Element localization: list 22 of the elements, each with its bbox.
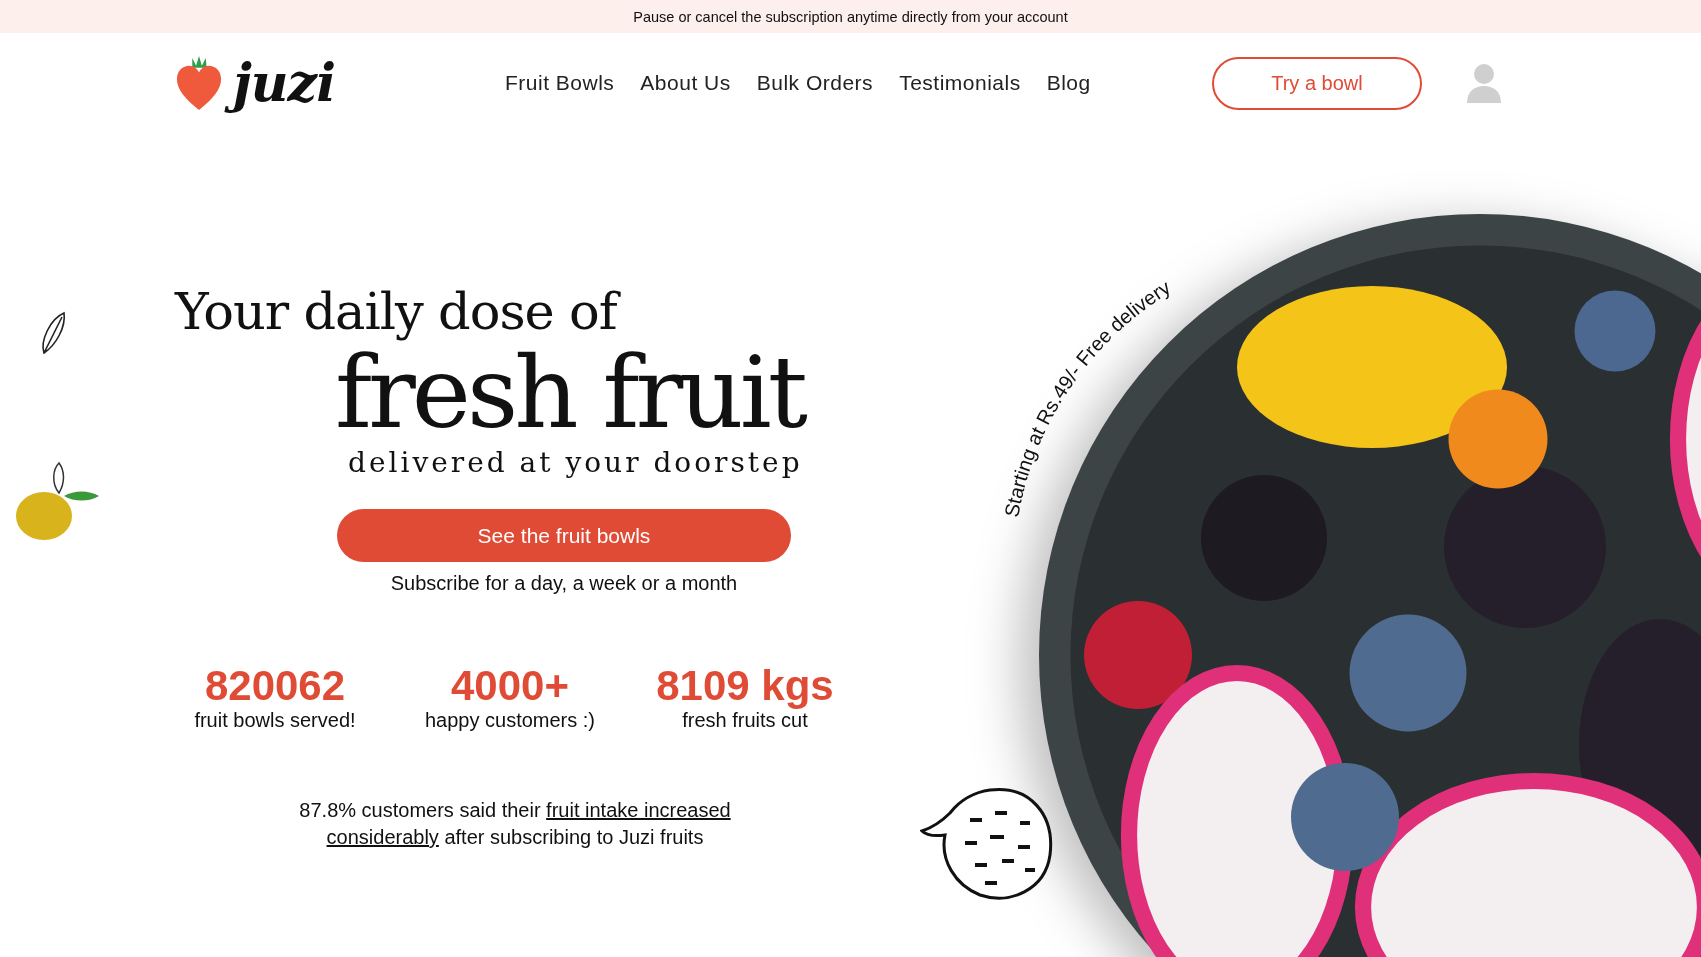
stat-value: 820062 (204, 663, 346, 709)
stat-label: fresh fruits cut (682, 709, 808, 732)
nav-link[interactable]: Testimonials (899, 71, 1021, 95)
text-link[interactable]: fruit intake increased (546, 799, 731, 821)
customer-stat-text: 87.8% customers said their fruit intake increased considerably after subscribing to Juzi fruits (298, 798, 732, 850)
try-a-bowl-button[interactable]: Try a bowl (1212, 56, 1422, 110)
see-fruit-bowls-button[interactable]: See the fruit bowls (337, 509, 791, 562)
hero-heading: fresh fruit (335, 343, 806, 443)
text-link[interactable]: considerably (326, 826, 439, 848)
nav-link[interactable]: Bulk Orders (756, 71, 874, 95)
logo[interactable]: juzi (175, 54, 335, 112)
stat-value: 4000+ (451, 663, 569, 709)
nav-link[interactable]: Blog (1046, 71, 1091, 95)
stat-value: 8109 kgs (656, 663, 834, 709)
hero-heading-line: Your daily dose of (175, 281, 855, 343)
subscribe-text: Subscribe for a day, a week or a month (389, 572, 739, 595)
stat-label: fruit bowls served! (194, 709, 356, 732)
nav-link[interactable]: Fruit Bowls (505, 71, 615, 95)
nav-link[interactable]: About Us (640, 71, 731, 95)
stat-label: happy customers :) (424, 709, 596, 732)
announcement-text: Pause or cancel the subscription anytime directly from your account (633, 8, 1068, 25)
hero-subheading: delivered at your doorstep (348, 445, 804, 481)
